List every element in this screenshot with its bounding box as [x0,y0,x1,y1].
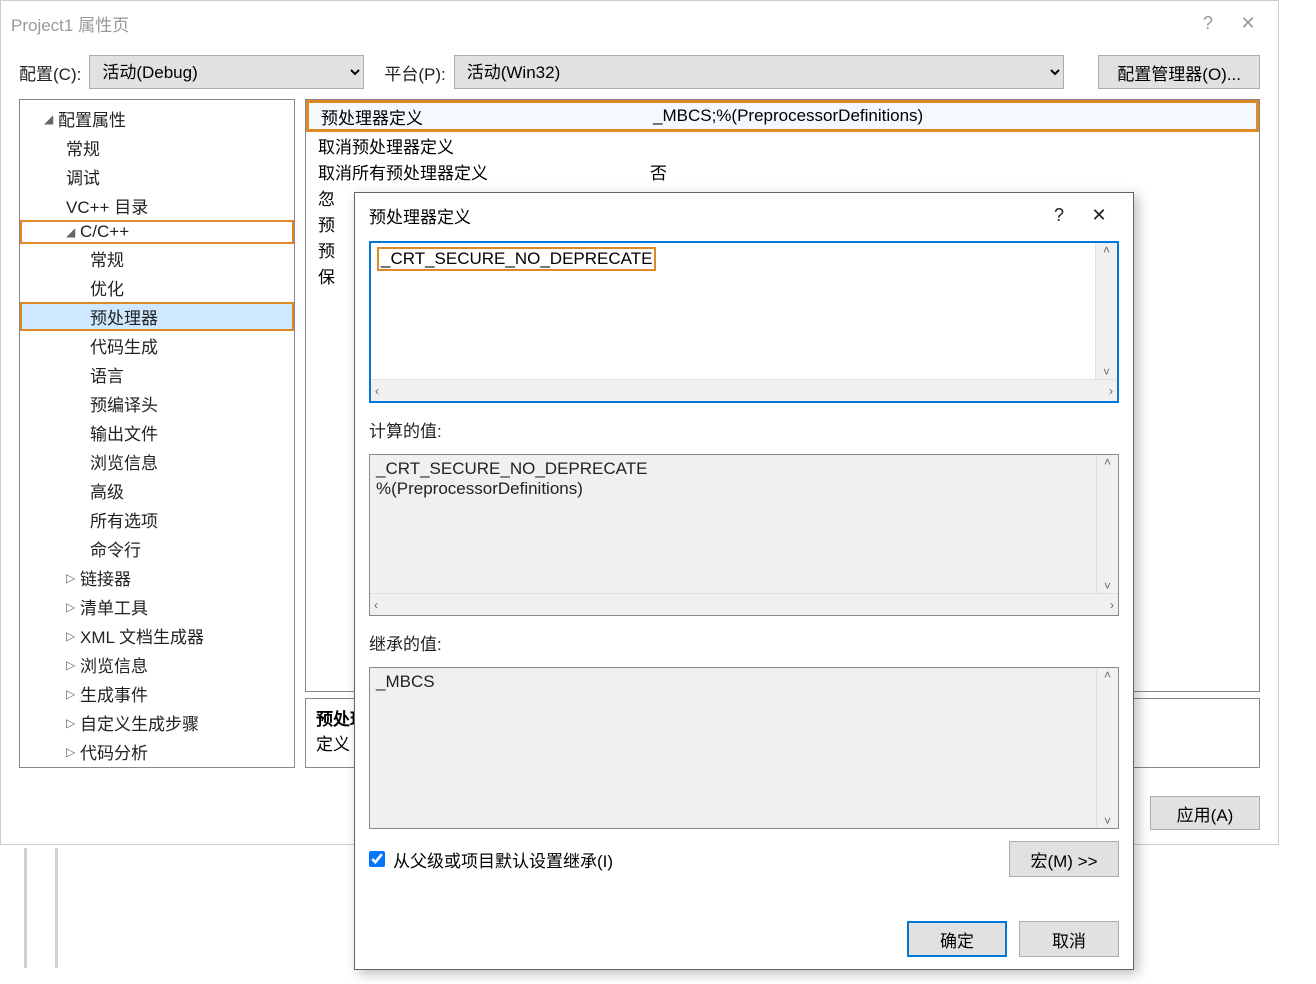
platform-select[interactable]: 活动(Win32) [454,55,1064,89]
tree-node-cpp-advanced[interactable]: 高级 [20,476,294,505]
inherited-values-box: _MBCS ˄˅ [369,667,1119,829]
tree-node-codeanalysis[interactable]: ▷代码分析 [20,737,294,766]
scroll-right-icon[interactable]: › [1110,598,1114,612]
titlebar: Project1 属性页 ? ✕ [1,1,1278,45]
tree-node-config-root[interactable]: ◢配置属性 [20,104,294,133]
tree-node-debug[interactable]: 调试 [20,162,294,191]
tree-node-buildevents[interactable]: ▷生成事件 [20,679,294,708]
close-icon[interactable]: ✕ [1228,13,1268,34]
calculated-values-box: _CRT_SECURE_NO_DEPRECATE %(PreprocessorD… [369,454,1119,616]
collapse-icon[interactable]: ◢ [66,225,80,239]
prop-key: 取消所有预处理器定义 [306,159,646,184]
scroll-down-icon[interactable]: ˅ [1104,579,1111,593]
inherit-checkbox-row: 从父级或项目默认设置继承(I) [369,847,613,872]
expand-icon[interactable]: ▷ [66,658,80,672]
tree-node-browse[interactable]: ▷浏览信息 [20,650,294,679]
tree-node-cpp-lang[interactable]: 语言 [20,360,294,389]
preprocessor-definitions-dialog: 预处理器定义 ? ✕ _CRT_SECURE_NO_DEPRECATE ˄˅ ‹… [354,192,1134,970]
tree-node-cpp-optimize[interactable]: 优化 [20,273,294,302]
help-icon[interactable]: ? [1039,205,1079,226]
prop-row-undef[interactable]: 取消预处理器定义 [306,132,1259,158]
inherited-values-text: _MBCS [370,668,1096,828]
tree-node-cpp-codegen[interactable]: 代码生成 [20,331,294,360]
scroll-down-icon[interactable]: ˅ [1103,365,1110,379]
scroll-up-icon[interactable]: ˄ [1104,455,1111,469]
footer: 应用(A) [1150,796,1260,830]
scroll-down-icon[interactable]: ˅ [1104,814,1111,828]
tree-node-cpp-preprocessor[interactable]: 预处理器 [20,302,294,331]
highlight-box: 预处理器定义 _MBCS;%(PreprocessorDefinitions) [306,100,1259,132]
prop-row-undef-all[interactable]: 取消所有预处理器定义 否 [306,158,1259,184]
prop-row-preprocessor-defs[interactable]: 预处理器定义 _MBCS;%(PreprocessorDefinitions) [309,103,1256,129]
tree-node-cpp-all[interactable]: 所有选项 [20,505,294,534]
collapse-icon[interactable]: ◢ [44,112,58,126]
help-icon[interactable]: ? [1188,13,1228,34]
config-manager-button[interactable]: 配置管理器(O)... [1098,55,1260,89]
prop-value[interactable]: 否 [646,159,1259,184]
inherit-checkbox-label: 从父级或项目默认设置继承(I) [393,847,613,872]
macro-button[interactable]: 宏(M) >> [1009,841,1119,877]
apply-button[interactable]: 应用(A) [1150,796,1260,830]
ok-button[interactable]: 确定 [907,921,1007,957]
edit-value-highlight: _CRT_SECURE_NO_DEPRECATE [377,247,656,271]
config-label: 配置(C): [19,60,81,85]
tree-node-cpp[interactable]: ◢C/C++ [20,220,294,244]
scroll-left-icon[interactable]: ‹ [375,384,379,398]
decorative-bar [24,848,27,968]
cancel-button[interactable]: 取消 [1019,921,1119,957]
toolbar: 配置(C): 活动(Debug) 平台(P): 活动(Win32) 配置管理器(… [1,45,1278,99]
tree-node-custombuild[interactable]: ▷自定义生成步骤 [20,708,294,737]
dialog-footer: 确定 取消 [355,909,1133,969]
window-title: Project1 属性页 [11,11,129,36]
platform-label: 平台(P): [384,60,445,85]
tree-node-linker[interactable]: ▷链接器 [20,563,294,592]
dialog-title: 预处理器定义 [369,203,471,228]
scrollbar-vertical[interactable]: ˄˅ [1096,668,1118,828]
prop-value[interactable]: _MBCS;%(PreprocessorDefinitions) [649,106,1256,126]
scrollbar-horizontal[interactable]: ‹› [371,379,1117,401]
expand-icon[interactable]: ▷ [66,600,80,614]
close-icon[interactable]: ✕ [1079,205,1119,226]
scroll-right-icon[interactable]: › [1109,384,1113,398]
tree-node-cpp-general[interactable]: 常规 [20,244,294,273]
category-tree[interactable]: ◢配置属性 常规 调试 VC++ 目录 ◢C/C++ 常规 优化 预处理器 代码… [19,99,295,768]
tree-node-cpp-output[interactable]: 输出文件 [20,418,294,447]
prop-key: 取消预处理器定义 [306,133,646,158]
tree-node-cpp-cmdline[interactable]: 命令行 [20,534,294,563]
definitions-textarea[interactable]: _CRT_SECURE_NO_DEPRECATE [371,243,1095,379]
tree-node-general[interactable]: 常规 [20,133,294,162]
scroll-up-icon[interactable]: ˄ [1103,243,1110,257]
expand-icon[interactable]: ▷ [66,687,80,701]
inherit-checkbox[interactable] [369,851,385,867]
prop-key: 预处理器定义 [309,104,649,129]
expand-icon[interactable]: ▷ [66,745,80,759]
dialog-titlebar: 预处理器定义 ? ✕ [355,193,1133,237]
calculated-label: 计算的值: [369,417,1119,442]
expand-icon[interactable]: ▷ [66,629,80,643]
expand-icon[interactable]: ▷ [66,716,80,730]
tree-node-cpp-browse[interactable]: 浏览信息 [20,447,294,476]
tree-node-xmldoc[interactable]: ▷XML 文档生成器 [20,621,294,650]
scrollbar-horizontal[interactable]: ‹› [370,593,1118,615]
inherited-label: 继承的值: [369,630,1119,655]
scrollbar-vertical[interactable]: ˄˅ [1096,455,1118,593]
tree-node-vcdirs[interactable]: VC++ 目录 [20,191,294,220]
definitions-edit-box[interactable]: _CRT_SECURE_NO_DEPRECATE ˄˅ ‹› [369,241,1119,403]
tree-node-manifest[interactable]: ▷清单工具 [20,592,294,621]
calculated-values-text: _CRT_SECURE_NO_DEPRECATE %(PreprocessorD… [370,455,1096,593]
expand-icon[interactable]: ▷ [66,571,80,585]
scroll-up-icon[interactable]: ˄ [1104,668,1111,682]
scrollbar-vertical[interactable]: ˄˅ [1095,243,1117,379]
tree-node-cpp-pch[interactable]: 预编译头 [20,389,294,418]
decorative-bar [55,848,58,968]
scroll-left-icon[interactable]: ‹ [374,598,378,612]
config-select[interactable]: 活动(Debug) [89,55,364,89]
